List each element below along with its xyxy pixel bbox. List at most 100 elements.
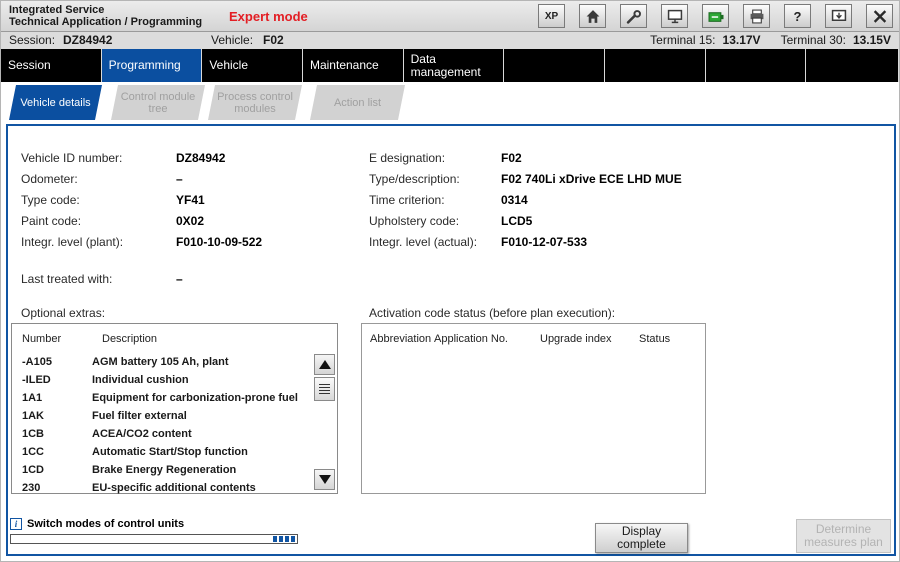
menu-cell-empty: [806, 49, 899, 82]
subtab-vehicle-details[interactable]: Vehicle details: [9, 85, 102, 120]
vehicle-details-panel: Vehicle ID number:DZ84942 Odometer:– Typ…: [6, 124, 896, 556]
table-row[interactable]: -ILEDIndividual cushion: [12, 371, 311, 389]
column-header-application-no: Application No.: [434, 333, 508, 345]
table-row[interactable]: 230EU-specific additional contents: [12, 479, 311, 497]
menu-cell-empty: [605, 49, 706, 82]
xp-badge[interactable]: XP: [538, 4, 565, 28]
field-value: DZ84942: [176, 151, 225, 165]
table-row[interactable]: 1A1Equipment for carbonization-prone fue…: [12, 389, 311, 407]
field-label: Type code:: [21, 193, 176, 207]
help-icon[interactable]: ?: [784, 4, 811, 28]
display-complete-button[interactable]: Display complete: [595, 523, 688, 553]
progress-bar: [10, 534, 298, 544]
field-paint-code: Paint code:0X02: [21, 214, 204, 228]
vehicle-value: F02: [263, 33, 284, 48]
extra-description: Automatic Start/Stop function: [92, 446, 311, 458]
home-icon[interactable]: [579, 4, 606, 28]
scroll-down-button[interactable]: [314, 469, 335, 490]
extra-description: AGM battery 105 Ah, plant: [92, 356, 311, 368]
sub-tab-bar: Vehicle details Control module tree Proc…: [1, 82, 899, 124]
info-icon: i: [10, 518, 22, 530]
display-transfer-icon[interactable]: [825, 4, 852, 28]
field-label: Upholstery code:: [369, 214, 501, 228]
wrench-icon[interactable]: [620, 4, 647, 28]
field-vehicle-id: Vehicle ID number:DZ84942: [21, 151, 225, 165]
session-value: DZ84942: [63, 33, 112, 48]
determine-measures-plan-button[interactable]: Determine measures plan: [796, 519, 891, 553]
field-type-code: Type code:YF41: [21, 193, 205, 207]
field-label: Vehicle ID number:: [21, 151, 176, 165]
extra-number: 1AK: [12, 410, 92, 422]
field-label: Odometer:: [21, 172, 176, 186]
column-header-number: Number: [22, 333, 61, 345]
tab-session[interactable]: Session: [1, 49, 102, 82]
field-odometer: Odometer:–: [21, 172, 183, 186]
printer-icon[interactable]: [743, 4, 770, 28]
thumb-grip-icon: [319, 384, 330, 394]
tab-programming[interactable]: Programming: [102, 49, 203, 82]
activation-code-title: Activation code status (before plan exec…: [369, 306, 615, 320]
control-unit-icon[interactable]: [661, 4, 688, 28]
field-time-criterion: Time criterion:0314: [369, 193, 528, 207]
help-icon-label: ?: [794, 9, 802, 24]
extra-description: EU-specific additional contents: [92, 482, 311, 494]
menu-cell-empty: [504, 49, 605, 82]
battery-icon[interactable]: [702, 4, 729, 28]
display-complete-label: Display complete: [596, 525, 687, 551]
tab-session-label: Session: [8, 59, 51, 72]
field-e-designation: E designation:F02: [369, 151, 522, 165]
subtab-process-control-modules[interactable]: Process control modules: [208, 85, 302, 120]
table-row[interactable]: 1AKFuel filter external: [12, 407, 311, 425]
tab-maintenance-label: Maintenance: [310, 59, 379, 72]
field-label: Time criterion:: [369, 193, 501, 207]
field-value: F02 740Li xDrive ECE LHD MUE: [501, 172, 682, 186]
subtab-action-list-label: Action list: [334, 97, 381, 109]
field-label: Type/description:: [369, 172, 501, 186]
field-value: F010-12-07-533: [501, 235, 587, 249]
tab-maintenance[interactable]: Maintenance: [303, 49, 404, 82]
field-value: LCD5: [501, 214, 532, 228]
close-icon[interactable]: [866, 4, 893, 28]
field-label: Integr. level (plant):: [21, 235, 176, 249]
terminal15-value: 13.17V: [723, 33, 761, 48]
scrollbar-thumb[interactable]: [314, 377, 335, 401]
subtab-process-control-modules-label: Process control modules: [216, 91, 294, 115]
tab-vehicle[interactable]: Vehicle: [202, 49, 303, 82]
field-value: –: [176, 172, 183, 186]
extra-number: 1CD: [12, 464, 92, 476]
status-text: Switch modes of control units: [27, 518, 184, 530]
field-value: 0X02: [176, 214, 204, 228]
column-header-upgrade-index: Upgrade index: [540, 333, 612, 345]
extra-number: 1CC: [12, 446, 92, 458]
table-row[interactable]: 1CBACEA/CO2 content: [12, 425, 311, 443]
extra-description: Brake Energy Regeneration: [92, 464, 311, 476]
app-title-line2: Technical Application / Programming: [9, 16, 202, 28]
subtab-action-list[interactable]: Action list: [310, 85, 405, 120]
scroll-up-button[interactable]: [314, 354, 335, 375]
field-value: F010-10-09-522: [176, 235, 262, 249]
extra-description: Fuel filter external: [92, 410, 311, 422]
menu-cell-empty: [706, 49, 807, 82]
extra-number: 1A1: [12, 392, 92, 404]
subtab-control-module-tree[interactable]: Control module tree: [111, 85, 205, 120]
extra-number: 1CB: [12, 428, 92, 440]
xp-badge-label: XP: [545, 11, 558, 22]
terminal15-label: Terminal 15:: [650, 33, 715, 48]
terminal-voltages: Terminal 15: 13.17V Terminal 30: 13.15V: [650, 33, 891, 48]
extra-number: -A105: [12, 356, 92, 368]
app-title-line1: Integrated Service: [9, 4, 202, 16]
table-row[interactable]: 1CDBrake Energy Regeneration: [12, 461, 311, 479]
field-integr-level-actual: Integr. level (actual):F010-12-07-533: [369, 235, 587, 249]
table-row[interactable]: 1CCAutomatic Start/Stop function: [12, 443, 311, 461]
column-header-status: Status: [639, 333, 670, 345]
tab-data-management-label: Data management: [411, 53, 497, 79]
tab-programming-label: Programming: [109, 59, 181, 72]
field-last-treated-with: Last treated with:–: [21, 272, 183, 286]
field-value: –: [176, 272, 183, 286]
table-row[interactable]: -A105AGM battery 105 Ah, plant: [12, 353, 311, 371]
field-integr-level-plant: Integr. level (plant):F010-10-09-522: [21, 235, 262, 249]
extra-description: Individual cushion: [92, 374, 311, 386]
tab-data-management[interactable]: Data management: [404, 49, 505, 82]
tab-vehicle-label: Vehicle: [209, 59, 248, 72]
extra-description: ACEA/CO2 content: [92, 428, 311, 440]
